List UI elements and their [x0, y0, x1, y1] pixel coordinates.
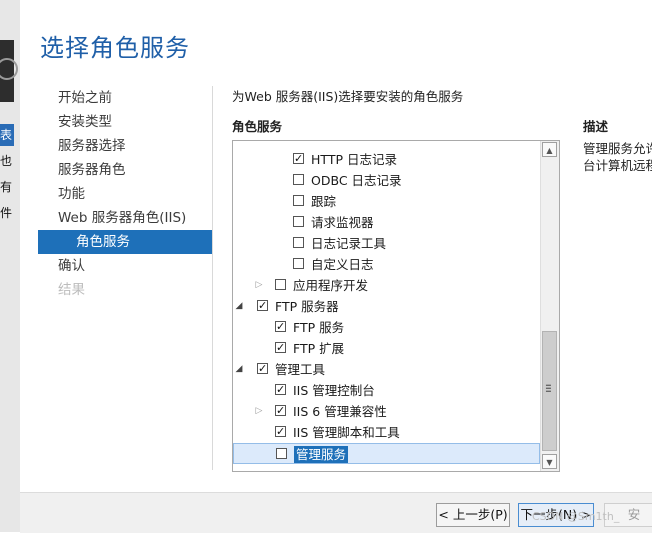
nav-item[interactable]: 服务器角色 — [38, 158, 213, 182]
nav-item[interactable]: 开始之前 — [38, 86, 213, 110]
tree-row[interactable]: 请求监视器 — [233, 212, 540, 233]
tree-item-label: 自定义日志 — [311, 257, 374, 272]
tree-row[interactable]: ◢ ✓ 管理工具 — [233, 359, 540, 380]
tree-item-label: FTP 服务 — [293, 320, 345, 335]
nav-divider — [212, 86, 213, 470]
scroll-down-icon[interactable]: ▼ — [542, 454, 557, 469]
tree-row[interactable]: ▷ 应用程序开发 — [233, 275, 540, 296]
tree-item-label: 跟踪 — [311, 194, 337, 209]
checkbox-unchecked[interactable] — [293, 237, 304, 248]
role-services-tree[interactable]: 管理服务 ✓ IIS 管理脚本和工具 ▷ ✓ IIS 6 管理兼容性 ✓ IIS 管理控制台 ◢… — [232, 140, 560, 472]
background-label: 件 — [0, 206, 13, 220]
description-line: 台计算机远程 — [583, 158, 652, 173]
wizard-nav: 开始之前 安装类型 服务器选择 服务器角色 功能 Web 服务器角色(IIS) 角色服务 确认… — [38, 86, 213, 302]
tree-item-label: 请求监视器 — [311, 215, 374, 230]
checkbox-unchecked[interactable] — [293, 216, 304, 227]
tree-vertical-scrollbar[interactable]: ▲ ━ ━ ━ ▼ — [540, 141, 559, 471]
wizard-window: 选择角色服务 开始之前 安装类型 服务器选择 服务器角色 功能 Web 服务器角色(IIS… — [20, 0, 652, 533]
checkbox-checked[interactable]: ✓ — [275, 384, 286, 395]
background-selected-label: 表 — [0, 124, 14, 146]
nav-item: 结果 — [58, 282, 85, 298]
tree-item-label: FTP 扩展 — [293, 341, 345, 356]
expand-arrow-icon[interactable]: ▷ — [253, 275, 265, 296]
checkbox-unchecked[interactable] — [293, 195, 304, 206]
expand-arrow-icon[interactable]: ▷ — [253, 401, 265, 422]
checkbox-checked[interactable]: ✓ — [275, 342, 286, 353]
intro-text: 为Web 服务器(IIS)选择要安装的角色服务 — [232, 89, 464, 104]
tree-row[interactable]: ODBC 日志记录 — [233, 170, 540, 191]
tree-item-label: 应用程序开发 — [293, 278, 369, 293]
scroll-up-icon[interactable]: ▲ — [542, 142, 557, 157]
tree-row[interactable]: 跟踪 — [233, 191, 540, 212]
checkbox-checked[interactable]: ✓ — [257, 363, 268, 374]
tree-item-label: 日志记录工具 — [311, 236, 387, 251]
tree-row[interactable]: 日志记录工具 — [233, 233, 540, 254]
description-header: 描述 — [583, 119, 609, 134]
background-label: 也 — [0, 154, 13, 168]
tree-item-label: ODBC 日志记录 — [311, 173, 402, 188]
checkbox-unchecked[interactable] — [276, 448, 287, 459]
tree-item-label: 管理工具 — [275, 362, 326, 377]
tree-row[interactable]: 管理服务 — [233, 443, 540, 464]
scroll-thumb[interactable]: ━ ━ ━ — [542, 331, 557, 451]
back-button[interactable]: < 上一步(P) — [436, 503, 510, 527]
nav-item[interactable]: 安装类型 — [38, 110, 213, 134]
roles-header: 角色服务 — [232, 119, 283, 134]
tree-row[interactable]: 自定义日志 — [233, 254, 540, 275]
background-label: 有 — [0, 180, 13, 194]
tree-row[interactable]: ◢ ✓ FTP 服务器 — [233, 296, 540, 317]
description-line: 管理服务允许 — [583, 141, 652, 156]
checkbox-checked[interactable]: ✓ — [275, 426, 286, 437]
nav-item[interactable]: 角色服务 — [38, 230, 213, 254]
tree-row[interactable]: ✓ IIS 管理脚本和工具 — [233, 422, 540, 443]
checkbox-checked[interactable]: ✓ — [275, 405, 286, 416]
collapse-arrow-icon[interactable]: ◢ — [233, 359, 245, 380]
checkbox-checked[interactable]: ✓ — [293, 153, 304, 164]
checkbox-unchecked[interactable] — [275, 279, 286, 290]
tree-row[interactable]: ✓ FTP 服务 — [233, 317, 540, 338]
tree-item-label: IIS 管理控制台 — [293, 383, 375, 398]
tree-row[interactable]: ✓ FTP 扩展 — [233, 338, 540, 359]
page-title: 选择角色服务 — [40, 34, 190, 62]
checkbox-unchecked[interactable] — [293, 174, 304, 185]
nav-item[interactable]: 功能 — [38, 182, 213, 206]
checkbox-unchecked[interactable] — [293, 258, 304, 269]
collapse-arrow-icon[interactable]: ◢ — [233, 296, 245, 317]
watermark: CSDN @Sm1th_ — [532, 510, 620, 523]
tree-row[interactable]: ▷ ✓ IIS 6 管理兼容性 — [233, 401, 540, 422]
tree-row[interactable]: ✓ IIS 管理控制台 — [233, 380, 540, 401]
nav-item[interactable]: Web 服务器角色(IIS) — [38, 206, 213, 230]
checkbox-checked[interactable]: ✓ — [257, 300, 268, 311]
background-back-icon — [0, 58, 18, 80]
nav-item[interactable]: 服务器选择 — [38, 134, 213, 158]
tree-row[interactable]: ✓ HTTP 日志记录 — [233, 149, 540, 170]
grip-icon: ━ ━ ━ — [546, 381, 551, 396]
tree-item-label: FTP 服务器 — [275, 299, 339, 314]
description-text: 管理服务允许 台计算机远程 — [583, 140, 652, 174]
tree-item-label: IIS 6 管理兼容性 — [293, 404, 387, 419]
tree-item-label: 管理服务 — [294, 446, 349, 463]
tree-item-label: IIS 管理脚本和工具 — [293, 425, 400, 440]
checkbox-checked[interactable]: ✓ — [275, 321, 286, 332]
nav-item[interactable]: 确认 — [38, 254, 213, 278]
tree-item-label: HTTP 日志记录 — [311, 152, 397, 167]
background-window-edge: 表 也 有 件 — [0, 0, 21, 532]
